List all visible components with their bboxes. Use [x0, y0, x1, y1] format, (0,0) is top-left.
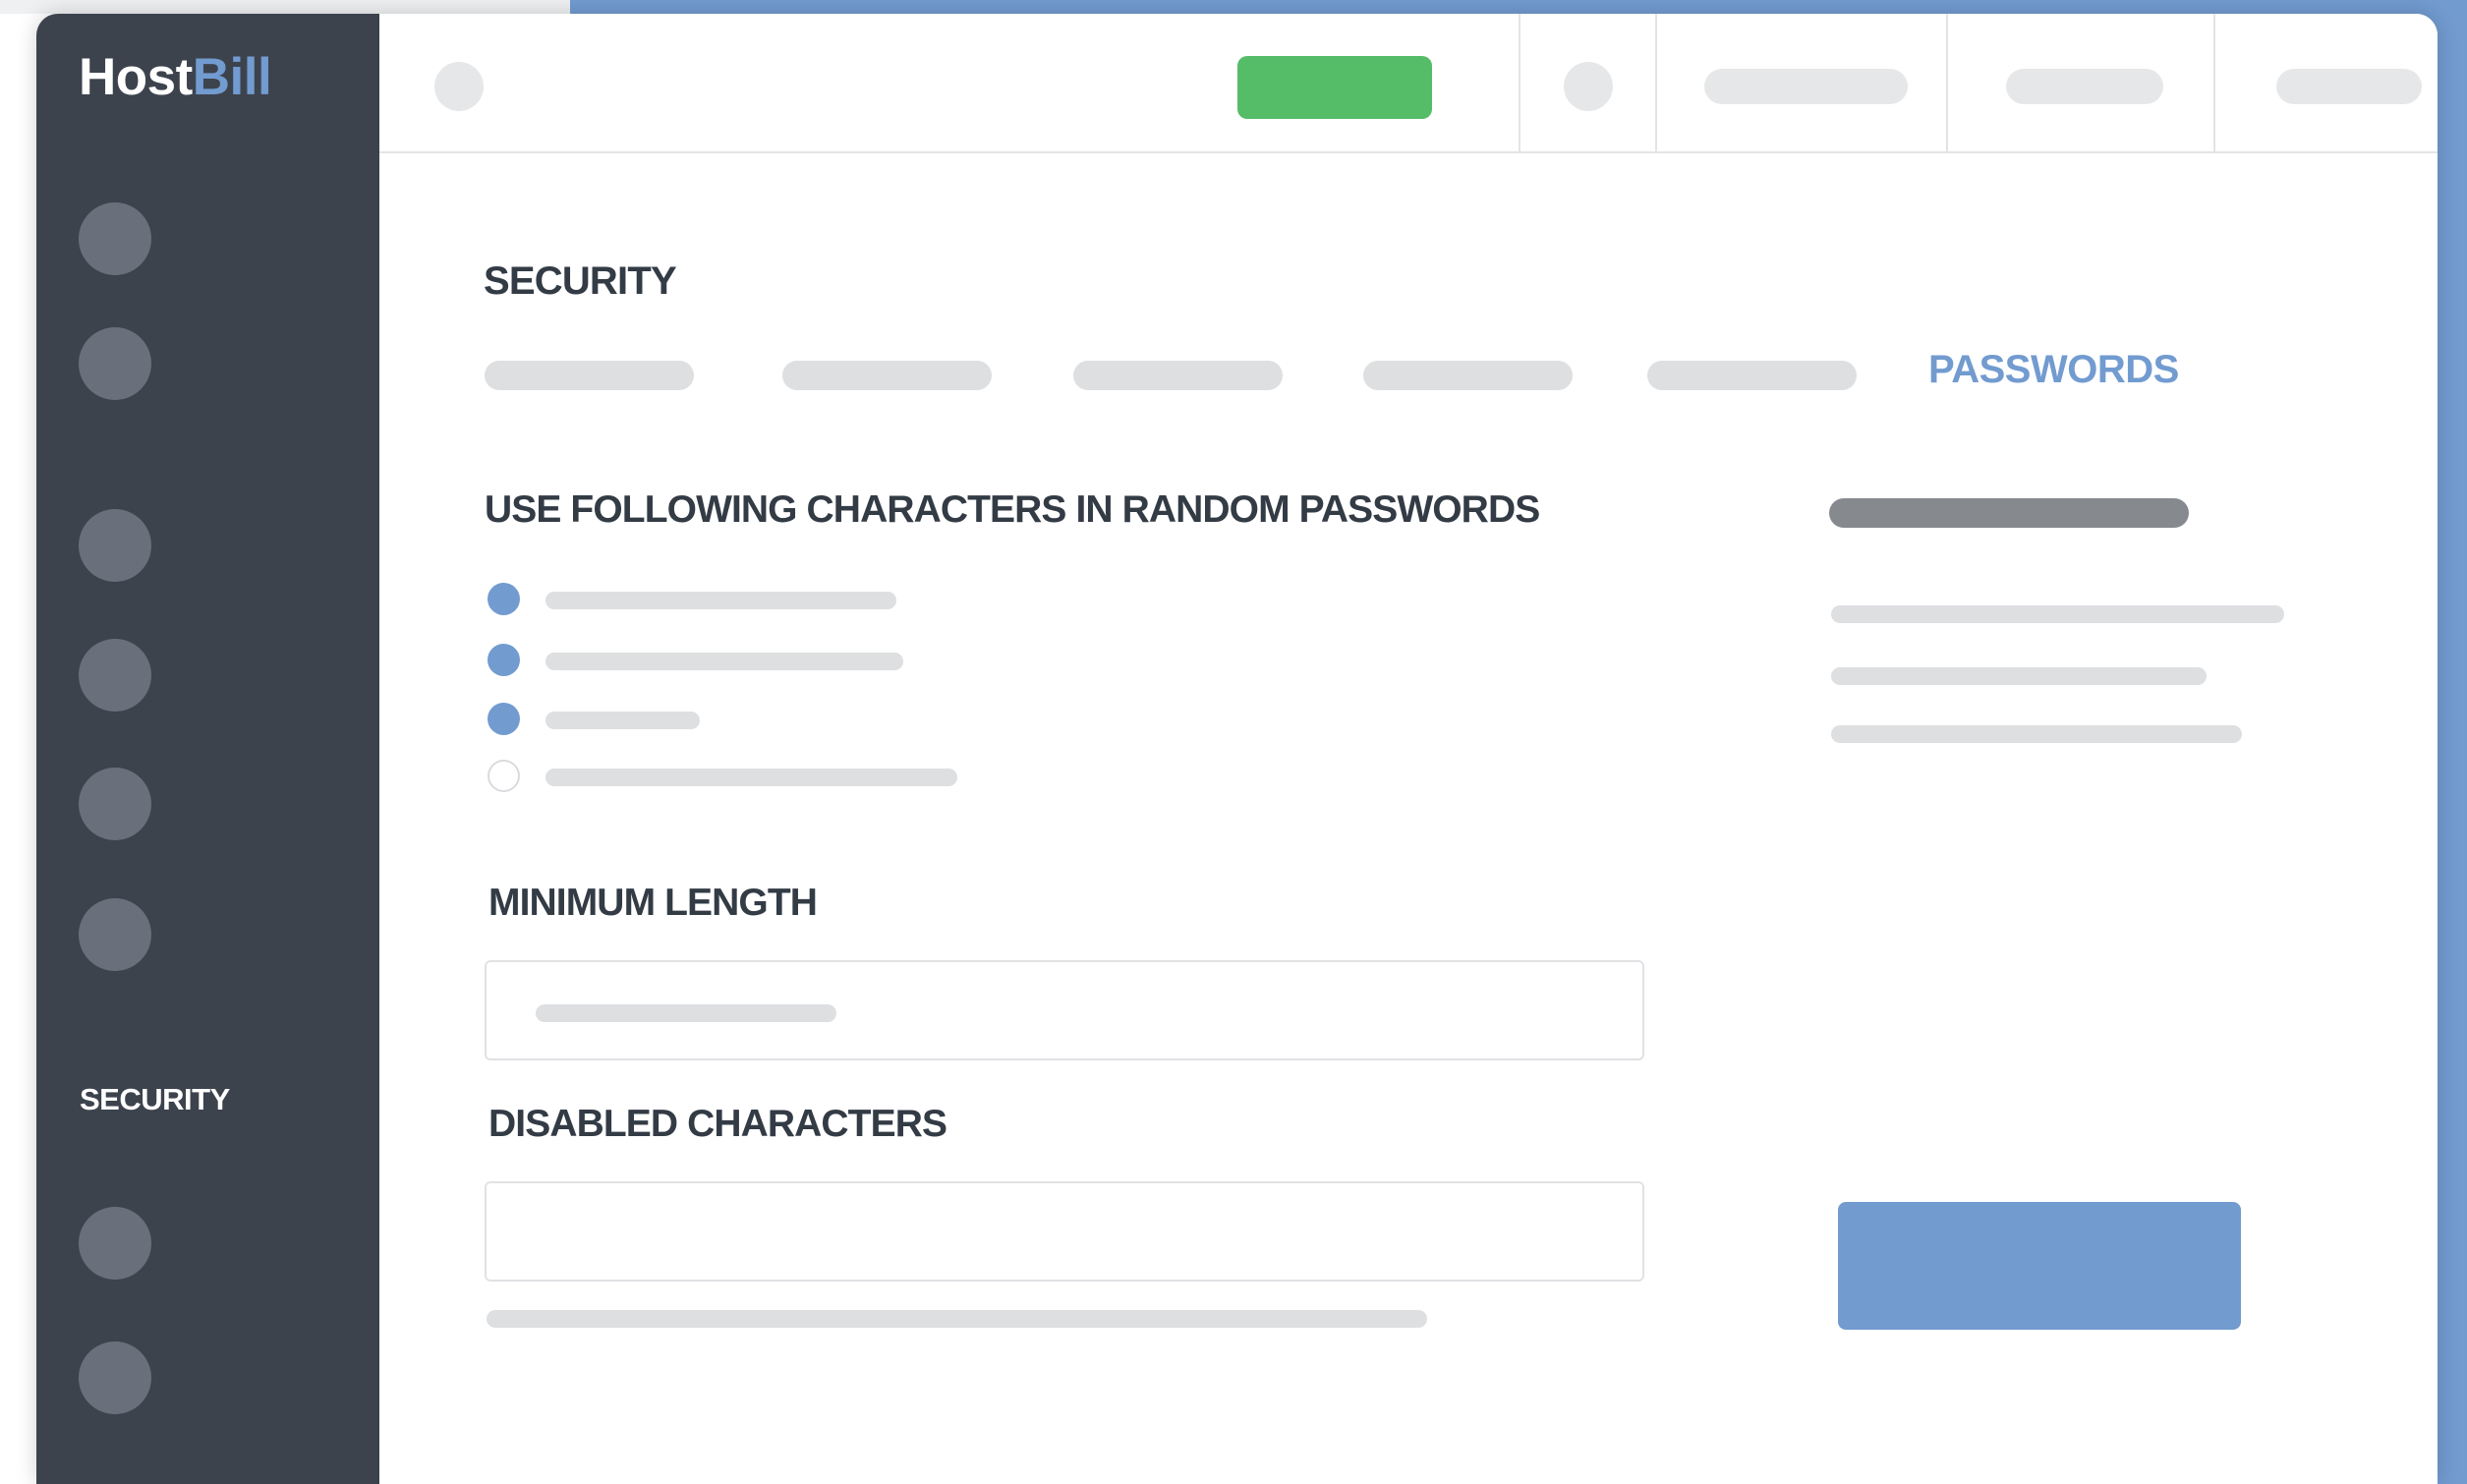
character-option-1-label [545, 592, 896, 609]
character-option-4-label [545, 769, 957, 786]
character-option-1-radio[interactable] [488, 583, 520, 615]
minimum-length-input[interactable] [485, 960, 1644, 1060]
sidebar-help-title [1829, 498, 2189, 528]
tab-5[interactable] [1647, 361, 1857, 390]
sidebar-nav-icon-4[interactable] [79, 639, 151, 712]
sidebar-nav-icon-7[interactable] [79, 1207, 151, 1280]
help-text-line-3 [1831, 725, 2242, 743]
save-button[interactable] [1838, 1202, 2241, 1330]
top-menu-item-3[interactable] [2276, 69, 2422, 104]
app-window: HostBill SECURITY SECURITY PASSWORDS USE… [36, 14, 2438, 1484]
logo-host-text: Host [79, 48, 193, 106]
sidebar: HostBill SECURITY [36, 14, 379, 1484]
hostbill-logo[interactable]: HostBill [79, 48, 272, 106]
help-text-line-2 [1831, 667, 2207, 685]
top-divider [1655, 14, 1657, 153]
tab-3[interactable] [1073, 361, 1283, 390]
top-menu-item-1[interactable] [1704, 69, 1908, 104]
menu-toggle-icon[interactable] [434, 62, 484, 111]
top-menu-item-2[interactable] [2006, 69, 2163, 104]
disabled-characters-label: DISABLED CHARACTERS [488, 1103, 947, 1145]
sidebar-item-security[interactable]: SECURITY [80, 1082, 230, 1117]
page-title: SECURITY [484, 259, 677, 303]
background-right-edge [2443, 0, 2467, 1484]
notification-icon[interactable] [1564, 62, 1613, 111]
sidebar-nav-icon-1[interactable] [79, 202, 151, 275]
sidebar-nav-icon-5[interactable] [79, 768, 151, 840]
character-option-4-radio[interactable] [488, 760, 520, 792]
sidebar-nav-icon-8[interactable] [79, 1341, 151, 1414]
tab-4[interactable] [1363, 361, 1573, 390]
tab-2[interactable] [782, 361, 992, 390]
random-password-characters-heading: USE FOLLOWING CHARACTERS IN RANDOM PASSW… [485, 488, 1540, 531]
sidebar-nav-icon-6[interactable] [79, 898, 151, 971]
main-content: SECURITY PASSWORDS USE FOLLOWING CHARACT… [379, 153, 2438, 1484]
top-bar [379, 14, 2438, 153]
tab-1[interactable] [485, 361, 694, 390]
disabled-characters-input[interactable] [485, 1181, 1644, 1282]
character-option-3-label [545, 712, 700, 729]
character-option-2-radio[interactable] [488, 644, 520, 676]
top-divider [2213, 14, 2215, 153]
help-text-line-1 [1831, 605, 2284, 623]
top-divider [1519, 14, 1520, 153]
top-divider [1946, 14, 1948, 153]
logo-bill-text: Bill [192, 48, 272, 106]
tab-passwords[interactable]: PASSWORDS [1928, 348, 2179, 392]
character-option-3-radio[interactable] [488, 703, 520, 735]
disabled-characters-hint [487, 1310, 1427, 1328]
minimum-length-placeholder [536, 1004, 836, 1022]
sidebar-nav-icon-3[interactable] [79, 509, 151, 582]
top-action-button[interactable] [1237, 56, 1432, 119]
sidebar-nav-icon-2[interactable] [79, 327, 151, 400]
minimum-length-label: MINIMUM LENGTH [488, 882, 818, 924]
background-gray-strip [0, 0, 570, 14]
character-option-2-label [545, 653, 903, 670]
